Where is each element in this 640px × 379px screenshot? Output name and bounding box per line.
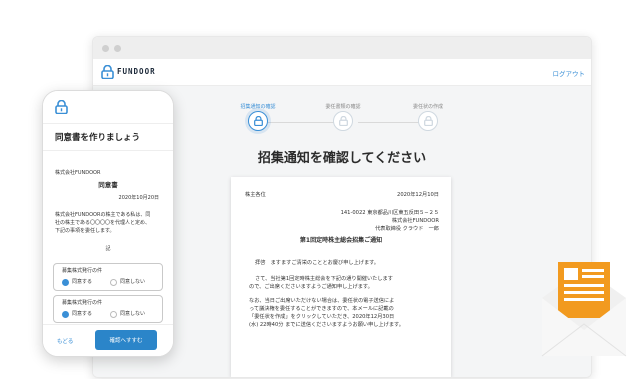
doc-sender-rep: 代表取締役 クラウド 一郎 [375,226,439,232]
lock-logo-icon [101,65,114,79]
doc-heading: 第1回定時株主総会招集ご通知 [299,237,383,244]
radio-disagree-label: 同意しない [120,311,146,317]
doc-paragraph-line: って議決権を委任することができますので、本メールに記載の [249,306,394,312]
doc-greeting: 拝啓 ますますご清栄のこととお慶び申し上げます。 [255,260,379,266]
phone-title: 同意書を作りましょう [55,133,141,143]
notice-document: 株主各位 2020年12月10日 141-0022 東京都品川区東五反田５−２５… [231,177,451,377]
radio-disagree-label: 同意しない [120,279,146,285]
phone-mockup: 同意書を作りましょう 株式会社FUNDOOR 同意書 2020年10月20日 株… [42,90,174,357]
radio-disagree[interactable] [110,311,117,318]
logout-link[interactable]: ログアウト [553,68,586,78]
phone-body-line: 株式会社FUNDOORの株主である私は、同 [55,212,151,218]
phone-body-line: 社の株主である〇〇〇〇を代理人と定め、 [55,220,150,226]
window-dot-icon[interactable] [114,45,121,52]
radio-agree-label: 同意する [72,311,93,317]
phone-header [43,91,173,123]
step-3-circle[interactable] [418,111,438,131]
step-3-label: 委任状の作成 [412,104,443,110]
doc-paragraph-line: (水) 22時40分 までに送信くださいますようお願い申し上げます。 [249,322,404,328]
doc-sender-company: 株式会社FUNDOOR [391,218,439,224]
step-2-circle[interactable] [333,111,353,131]
doc-sender-address: 141-0022 東京都品川区東五反田５−２５ [340,210,439,216]
agenda-item-label: 募集株式発行の件 [62,268,103,274]
envelope-icon [541,262,627,357]
agenda-item-box: 募集株式発行の件 同意する 同意しない [53,295,163,323]
back-button[interactable]: もどる [57,337,73,345]
radio-disagree[interactable] [110,279,117,286]
doc-date: 2020年12月10日 [397,192,439,198]
doc-paragraph-line: さて、当社第1回定時株主総会を下記の通り開催いたします [255,276,393,282]
lock-icon [253,116,263,126]
app-header: FUNDOOR ログアウト [93,59,591,86]
app-logo-text: FUNDOOR [117,67,156,76]
window-dot-icon[interactable] [102,45,109,52]
phone-ki: 記 [105,246,111,252]
doc-addressee: 株主各位 [245,192,266,198]
step-connector [268,122,338,123]
confirm-button[interactable]: 確認へすすむ [95,330,157,350]
phone-date: 2020年10月20日 [118,195,159,201]
browser-titlebar [93,37,591,59]
lock-icon [338,116,348,126]
radio-agree-label: 同意する [72,279,93,285]
phone-doc-title: 同意書 [98,181,118,189]
doc-paragraph-line: なお、当日ご出席いただけない場合は、委任状の電子送信によ [249,298,395,304]
lock-icon [423,116,433,126]
agenda-item-box: 募集株式発行の件 同意する 同意しない [53,263,163,291]
step-2-label: 委任書類の確認 [325,104,361,110]
step-1-circle[interactable] [248,111,268,131]
phone-body-line: 下記の事項を委任します。 [55,228,115,234]
phone-footer: もどる 確認へすすむ [43,324,173,356]
lock-logo-icon [55,100,68,114]
phone-title-bar: 同意書を作りましょう [43,123,173,151]
doc-paragraph-line: ので、ご出席くださいますようご通知申し上げます。 [249,284,373,290]
agenda-item-label: 募集株式発行の件 [62,300,103,306]
phone-company: 株式会社FUNDOOR [55,170,101,176]
doc-paragraph-line: 「委任状を作成」をクリックしていただき、2020年12月30日 [249,314,395,320]
step-1-label: 招集通知の確認 [240,104,276,110]
radio-agree[interactable] [62,311,69,318]
radio-agree[interactable] [62,279,69,286]
